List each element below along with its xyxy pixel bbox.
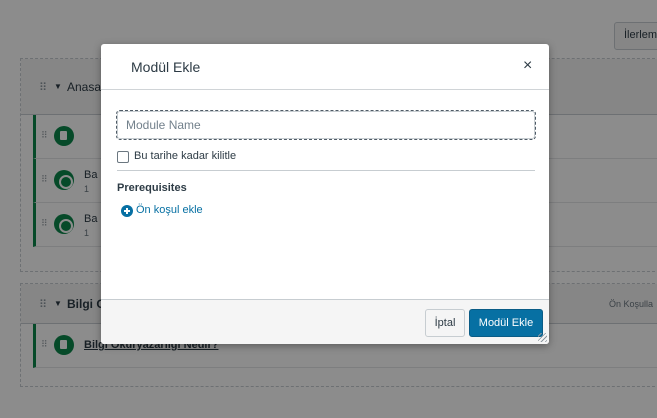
resize-grip-icon[interactable] [538, 333, 547, 342]
add-prerequisite-label[interactable]: Ön koşul ekle [136, 204, 203, 216]
dialog-footer: İptal Modül Ekle [101, 299, 549, 344]
lock-until-label[interactable]: Bu tarihe kadar kilitle [134, 150, 236, 162]
close-icon[interactable]: × [523, 58, 532, 74]
prerequisites-heading: Prerequisites [117, 182, 187, 194]
plus-circle-icon[interactable] [121, 205, 133, 217]
module-name-input[interactable] [116, 110, 536, 140]
dialog-header: Modül Ekle × [101, 44, 549, 90]
dialog-title: Modül Ekle [131, 59, 201, 75]
add-module-dialog: Modül Ekle × Bu tarihe kadar kilitle Pre… [101, 44, 549, 344]
add-module-button[interactable]: Modül Ekle [469, 309, 543, 337]
cancel-button[interactable]: İptal [425, 309, 465, 337]
lock-until-checkbox[interactable] [117, 151, 129, 163]
divider [117, 170, 535, 171]
